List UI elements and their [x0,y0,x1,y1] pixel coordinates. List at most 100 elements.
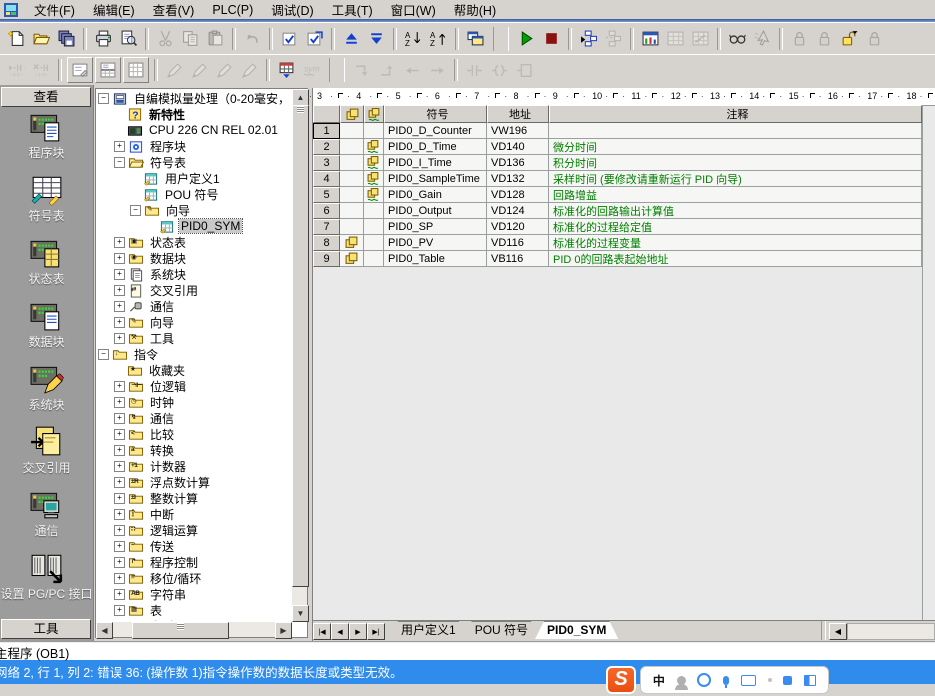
tools-bar-button[interactable]: 工具 [1,619,91,639]
defined-marker-cell[interactable] [340,171,364,187]
tree-item[interactable]: ★收藏夹 [96,362,291,378]
upload-button[interactable] [339,26,364,51]
expand-toggle[interactable]: + [114,525,125,536]
view-ladder-button[interactable] [67,57,93,83]
tree-item-label[interactable]: 通信 [148,410,176,427]
tree-item-label[interactable]: 计数器 [148,458,188,475]
tree-item-label[interactable]: 系统块 [148,266,188,283]
tree-horizontal-scrollbar[interactable]: ◀ ▶ [96,622,292,637]
defined-marker-cell[interactable] [340,203,364,219]
expand-toggle[interactable]: + [114,493,125,504]
menu-file[interactable]: 文件(F) [25,0,84,20]
program-status-button[interactable] [576,26,601,51]
defined-marker-cell[interactable] [340,155,364,171]
row-header[interactable]: 4 [313,171,340,187]
tree-item[interactable]: −自编模拟量处理（0-20毫安， [96,90,291,106]
address-cell[interactable]: VD120 [487,219,549,235]
open-project-button[interactable] [29,26,54,51]
ime-skin-icon[interactable] [783,676,792,685]
symbol-cell[interactable]: PID0_Gain [384,187,487,203]
tree-item-label[interactable]: PID0_SYM [179,219,242,233]
row-header[interactable]: 1 [313,123,340,139]
tree-item[interactable]: +≡移位/循环 [96,570,291,586]
defined-marker-cell[interactable] [340,219,364,235]
comment-cell[interactable]: 采样时间 (要修改请重新运行 PID 向导) [549,171,922,187]
tree-item-label[interactable]: 程序块 [148,138,188,155]
tree-item-label[interactable]: 位逻辑 [148,378,188,395]
expand-toggle[interactable]: + [114,445,125,456]
tree-item-label[interactable]: 转换 [148,442,176,459]
tree-item-label[interactable]: 用户定义1 [163,170,222,187]
expand-toggle[interactable]: + [114,589,125,600]
defined-marker-cell[interactable] [340,251,364,267]
symbol-cell[interactable]: PID0_D_Counter [384,123,487,139]
ime-account-icon[interactable] [677,676,686,685]
symbol-cell[interactable]: PID0_I_Time [384,155,487,171]
address-cell[interactable]: VB116 [487,251,549,267]
row-header[interactable]: 3 [313,155,340,171]
tree-item[interactable]: +▣状态表 [96,234,291,250]
ime-logo[interactable]: S [606,666,636,694]
tree-item[interactable]: +◉数据块 [96,250,291,266]
symbol-cell[interactable]: PID0_SampleTime [384,171,487,187]
tree-item-label[interactable]: 传送 [148,538,176,555]
tree-item[interactable]: +⇄交叉引用 [96,282,291,298]
print-button[interactable] [91,26,116,51]
row-header[interactable]: 9 [313,251,340,267]
prev-sheet-button[interactable]: ◀ [331,623,349,640]
expand-toggle[interactable]: + [114,605,125,616]
tree-item-label[interactable]: 工具 [148,330,176,347]
symbol-cell[interactable]: PID0_D_Time [384,139,487,155]
row-header[interactable]: 8 [313,235,340,251]
tree-item[interactable]: CPU 226 CN REL 02.01 [96,122,291,138]
tree-item[interactable]: +AB字符串 [96,586,291,602]
defined-marker-cell[interactable] [340,187,364,203]
tree-item-label[interactable]: 定时器 [148,618,188,622]
used-marker-cell[interactable] [364,187,384,203]
next-sheet-button[interactable]: ▶ [349,623,367,640]
tree-item[interactable]: +±I整数计算 [96,490,291,506]
comment-cell[interactable]: 标准化的过程给定值 [549,219,922,235]
tree-item-label[interactable]: 通信 [148,298,176,315]
ime-keyboard-icon[interactable] [741,675,756,686]
comment-cell[interactable] [549,123,922,139]
tree-item-label[interactable]: 字符串 [148,586,188,603]
tree-item[interactable]: +✎向导 [96,314,291,330]
tree-item-label[interactable]: 交叉引用 [148,282,200,299]
defined-marker-cell[interactable] [340,123,364,139]
symbol-cell[interactable]: PID0_Output [384,203,487,219]
comment-cell[interactable]: 标准化的过程变量 [549,235,922,251]
collapse-toggle[interactable]: − [130,205,141,216]
ime-panel-icon[interactable] [804,675,816,686]
table-scroll-left-button[interactable]: ◀ [829,623,847,640]
used-marker-cell[interactable] [364,155,384,171]
view-stl-button[interactable] [95,57,121,83]
row-header[interactable]: 5 [313,187,340,203]
tree-item[interactable]: +程序块 [96,138,291,154]
tree-item[interactable]: +↯通信 [96,410,291,426]
tree-item[interactable]: 用户定义1 [96,170,291,186]
address-cell[interactable]: VD116 [487,235,549,251]
tree-item[interactable]: +◷时钟 [96,394,291,410]
sidebar-item-program[interactable]: 程序块 [0,109,93,172]
tree-item-label[interactable]: 向导 [164,202,192,219]
menu-edit[interactable]: 编辑(E) [84,0,144,20]
scroll-right-button[interactable]: ▶ [275,622,292,639]
expand-toggle[interactable]: + [114,301,125,312]
tree-vertical-scrollbar[interactable]: ▲ ▼ [292,89,307,622]
address-cell[interactable]: VW196 [487,123,549,139]
address-cell[interactable]: VD140 [487,139,549,155]
expand-toggle[interactable]: + [114,573,125,584]
expand-toggle[interactable]: + [114,477,125,488]
sort-ascending-button[interactable] [401,26,426,51]
menu-tools[interactable]: 工具(T) [323,0,382,20]
tree-item-label[interactable]: 浮点数计算 [148,474,212,491]
collapse-toggle[interactable]: − [98,93,109,104]
tree-item[interactable]: PID0_SYM [96,218,291,234]
tree-item[interactable]: ++1计数器 [96,458,291,474]
expand-toggle[interactable]: + [114,317,125,328]
sidebar-item-data[interactable]: 数据块 [0,298,93,361]
tree-item-label[interactable]: 整数计算 [148,490,200,507]
address-cell[interactable]: VD128 [487,187,549,203]
expand-toggle[interactable]: + [114,253,125,264]
